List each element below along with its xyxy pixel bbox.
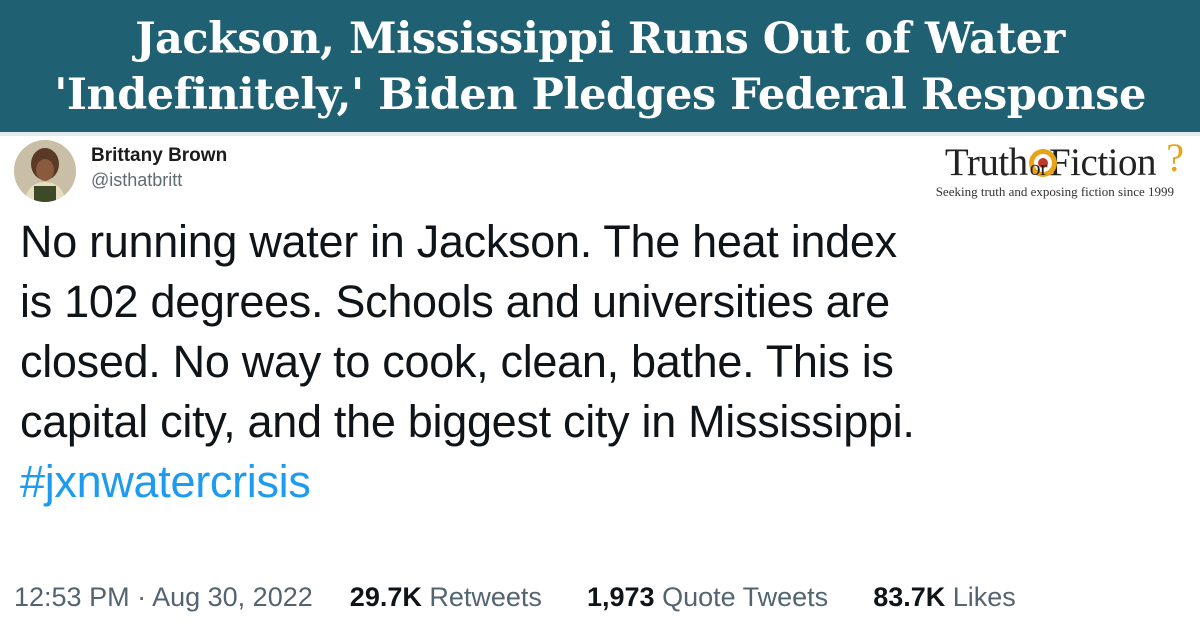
retweets-stat[interactable]: 29.7K Retweets [350,582,542,612]
tweet-date[interactable]: Aug 30, 2022 [152,582,313,612]
logo-word-fiction: Fiction [1048,141,1157,184]
author-name[interactable]: Brittany Brown [91,145,227,167]
logo-question-mark: ? [1166,135,1184,180]
author-handle[interactable]: @isthatbritt [91,170,182,191]
logo-word-truth: Truth [944,141,1028,184]
tweet-line: closed. No way to cook, clean, bathe. Th… [20,336,894,387]
tweet-line: is 102 degrees. Schools and universities… [20,276,890,327]
tweet-line: capital city, and the biggest city in Mi… [20,396,915,447]
tweet-time[interactable]: 12:53 PM [14,582,130,612]
logo-word-or: or [1029,155,1048,180]
likes-label: Likes [952,582,1016,612]
avatar[interactable] [14,140,76,202]
likes-stat[interactable]: 83.7K Likes [873,582,1016,612]
headline-line-1: Jackson, Mississippi Runs Out of Water [135,14,1065,64]
tweet-body: No running water in Jackson. The heat in… [20,212,1190,512]
headline-line-2: 'Indefinitely,' Biden Pledges Federal Re… [54,70,1146,120]
tweet-line: No running water in Jackson. The heat in… [20,216,897,267]
retweets-label: Retweets [429,582,542,612]
quote-tweets-count: 1,973 [586,582,655,612]
logo-wordmark: Truth or Fiction [944,140,1157,185]
logo-tagline: Seeking truth and exposing fiction since… [935,184,1174,199]
headline-banner: Jackson, Mississippi Runs Out of Water '… [0,0,1200,132]
meta-separator: · [137,582,147,612]
quote-tweets-stat[interactable]: 1,973 Quote Tweets [587,582,828,612]
divider [0,132,1200,136]
tweet-meta: 12:53 PM · Aug 30, 2022 29.7K Retweets 1… [14,582,1194,613]
retweets-count: 29.7K [349,582,422,612]
likes-count: 83.7K [873,582,946,612]
truthorfiction-logo: Truth or Fiction ? Seeking truth and exp… [864,135,1184,204]
hashtag-link[interactable]: #jxnwatercrisis [20,452,1190,512]
avatar-photo-icon [14,140,76,202]
quote-tweets-label: Quote Tweets [662,582,829,612]
